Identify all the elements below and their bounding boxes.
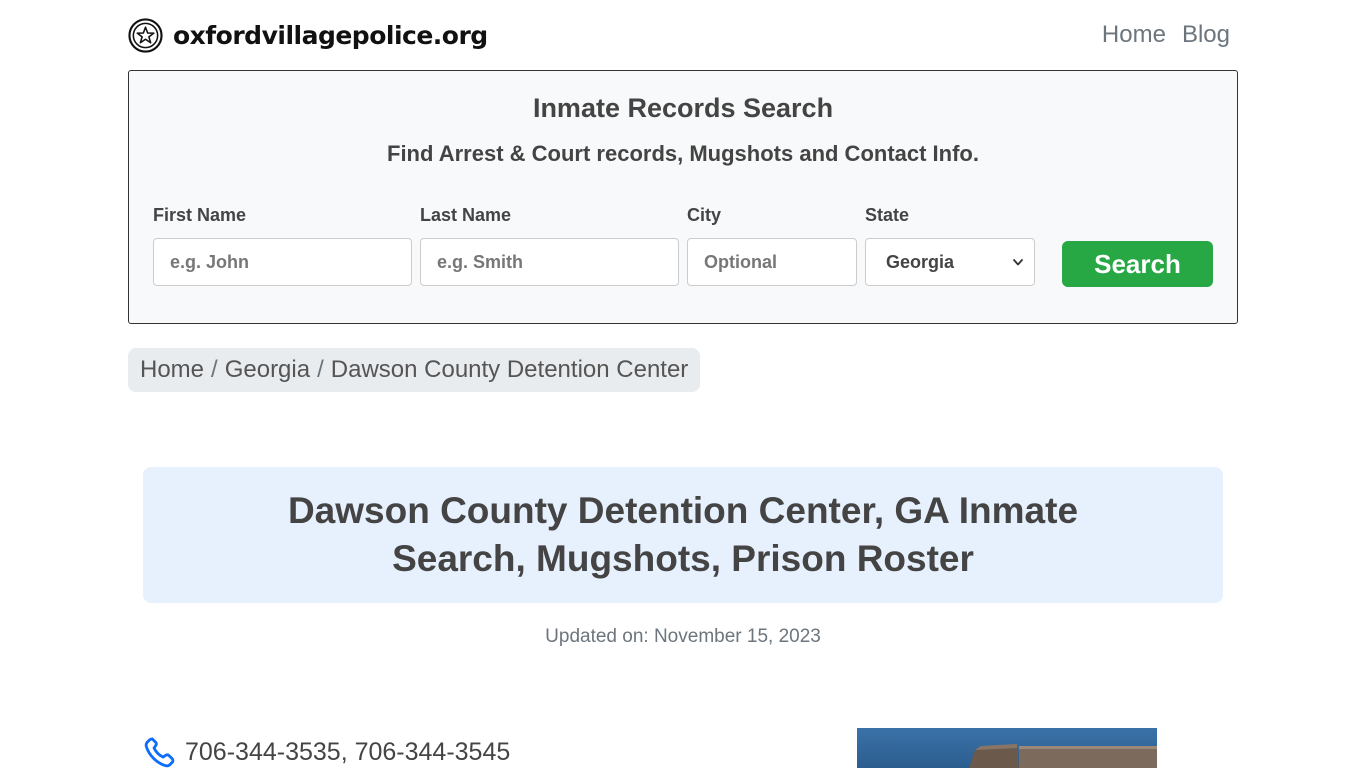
first-name-group: First Name [153, 205, 412, 286]
search-subtitle: Find Arrest & Court records, Mugshots an… [387, 141, 979, 166]
first-name-input[interactable] [153, 238, 412, 286]
main-nav: Home Blog [1102, 21, 1238, 49]
first-name-label: First Name [153, 205, 247, 225]
page-title-banner: Dawson County Detention Center, GA Inmat… [143, 467, 1223, 603]
search-title: Inmate Records Search [532, 93, 834, 123]
city-label: City [687, 205, 722, 225]
inmate-search-form: Inmate Records Search Find Arrest & Cour… [128, 70, 1238, 324]
state-select[interactable]: Georgia [865, 238, 1035, 286]
updated-date: Updated on: November 15, 2023 [545, 626, 821, 647]
chevron-down-icon [1013, 259, 1023, 266]
city-input[interactable] [687, 238, 857, 286]
brand-link[interactable]: oxfordvillagepolice.org [128, 17, 488, 53]
last-name-input[interactable] [420, 238, 679, 286]
phone-icon [144, 737, 175, 768]
breadcrumb-current: Dawson County Detention Center [330, 356, 689, 383]
breadcrumb: Home / Georgia / Dawson County Detention… [128, 348, 701, 392]
nav-blog-link[interactable]: Blog [1182, 21, 1230, 49]
search-button[interactable]: Search [1062, 241, 1213, 287]
last-name-group: Last Name [420, 205, 679, 286]
breadcrumb-separator: / [317, 356, 324, 383]
state-label: State [865, 205, 910, 225]
state-selected-value: Georgia [886, 251, 955, 272]
breadcrumb-separator: / [211, 356, 218, 383]
breadcrumb-home-link[interactable]: Home [140, 356, 204, 384]
city-group: City [687, 205, 857, 286]
site-header: oxfordvillagepolice.org Home Blog [128, 12, 1238, 58]
star-badge-icon [128, 17, 163, 53]
contact-phone: 706-344-3535, 706-344-3545 [143, 735, 510, 769]
site-name: oxfordvillagepolice.org [173, 20, 488, 50]
page-title: Dawson County Detention Center, GA Inmat… [287, 490, 1079, 579]
facility-photo [857, 728, 1157, 768]
breadcrumb-georgia-link[interactable]: Georgia [225, 356, 310, 384]
phone-numbers: 706-344-3535, 706-344-3545 [185, 737, 511, 766]
last-name-label: Last Name [420, 205, 512, 225]
nav-home-link[interactable]: Home [1102, 21, 1166, 49]
state-group: State Georgia [865, 205, 1035, 286]
